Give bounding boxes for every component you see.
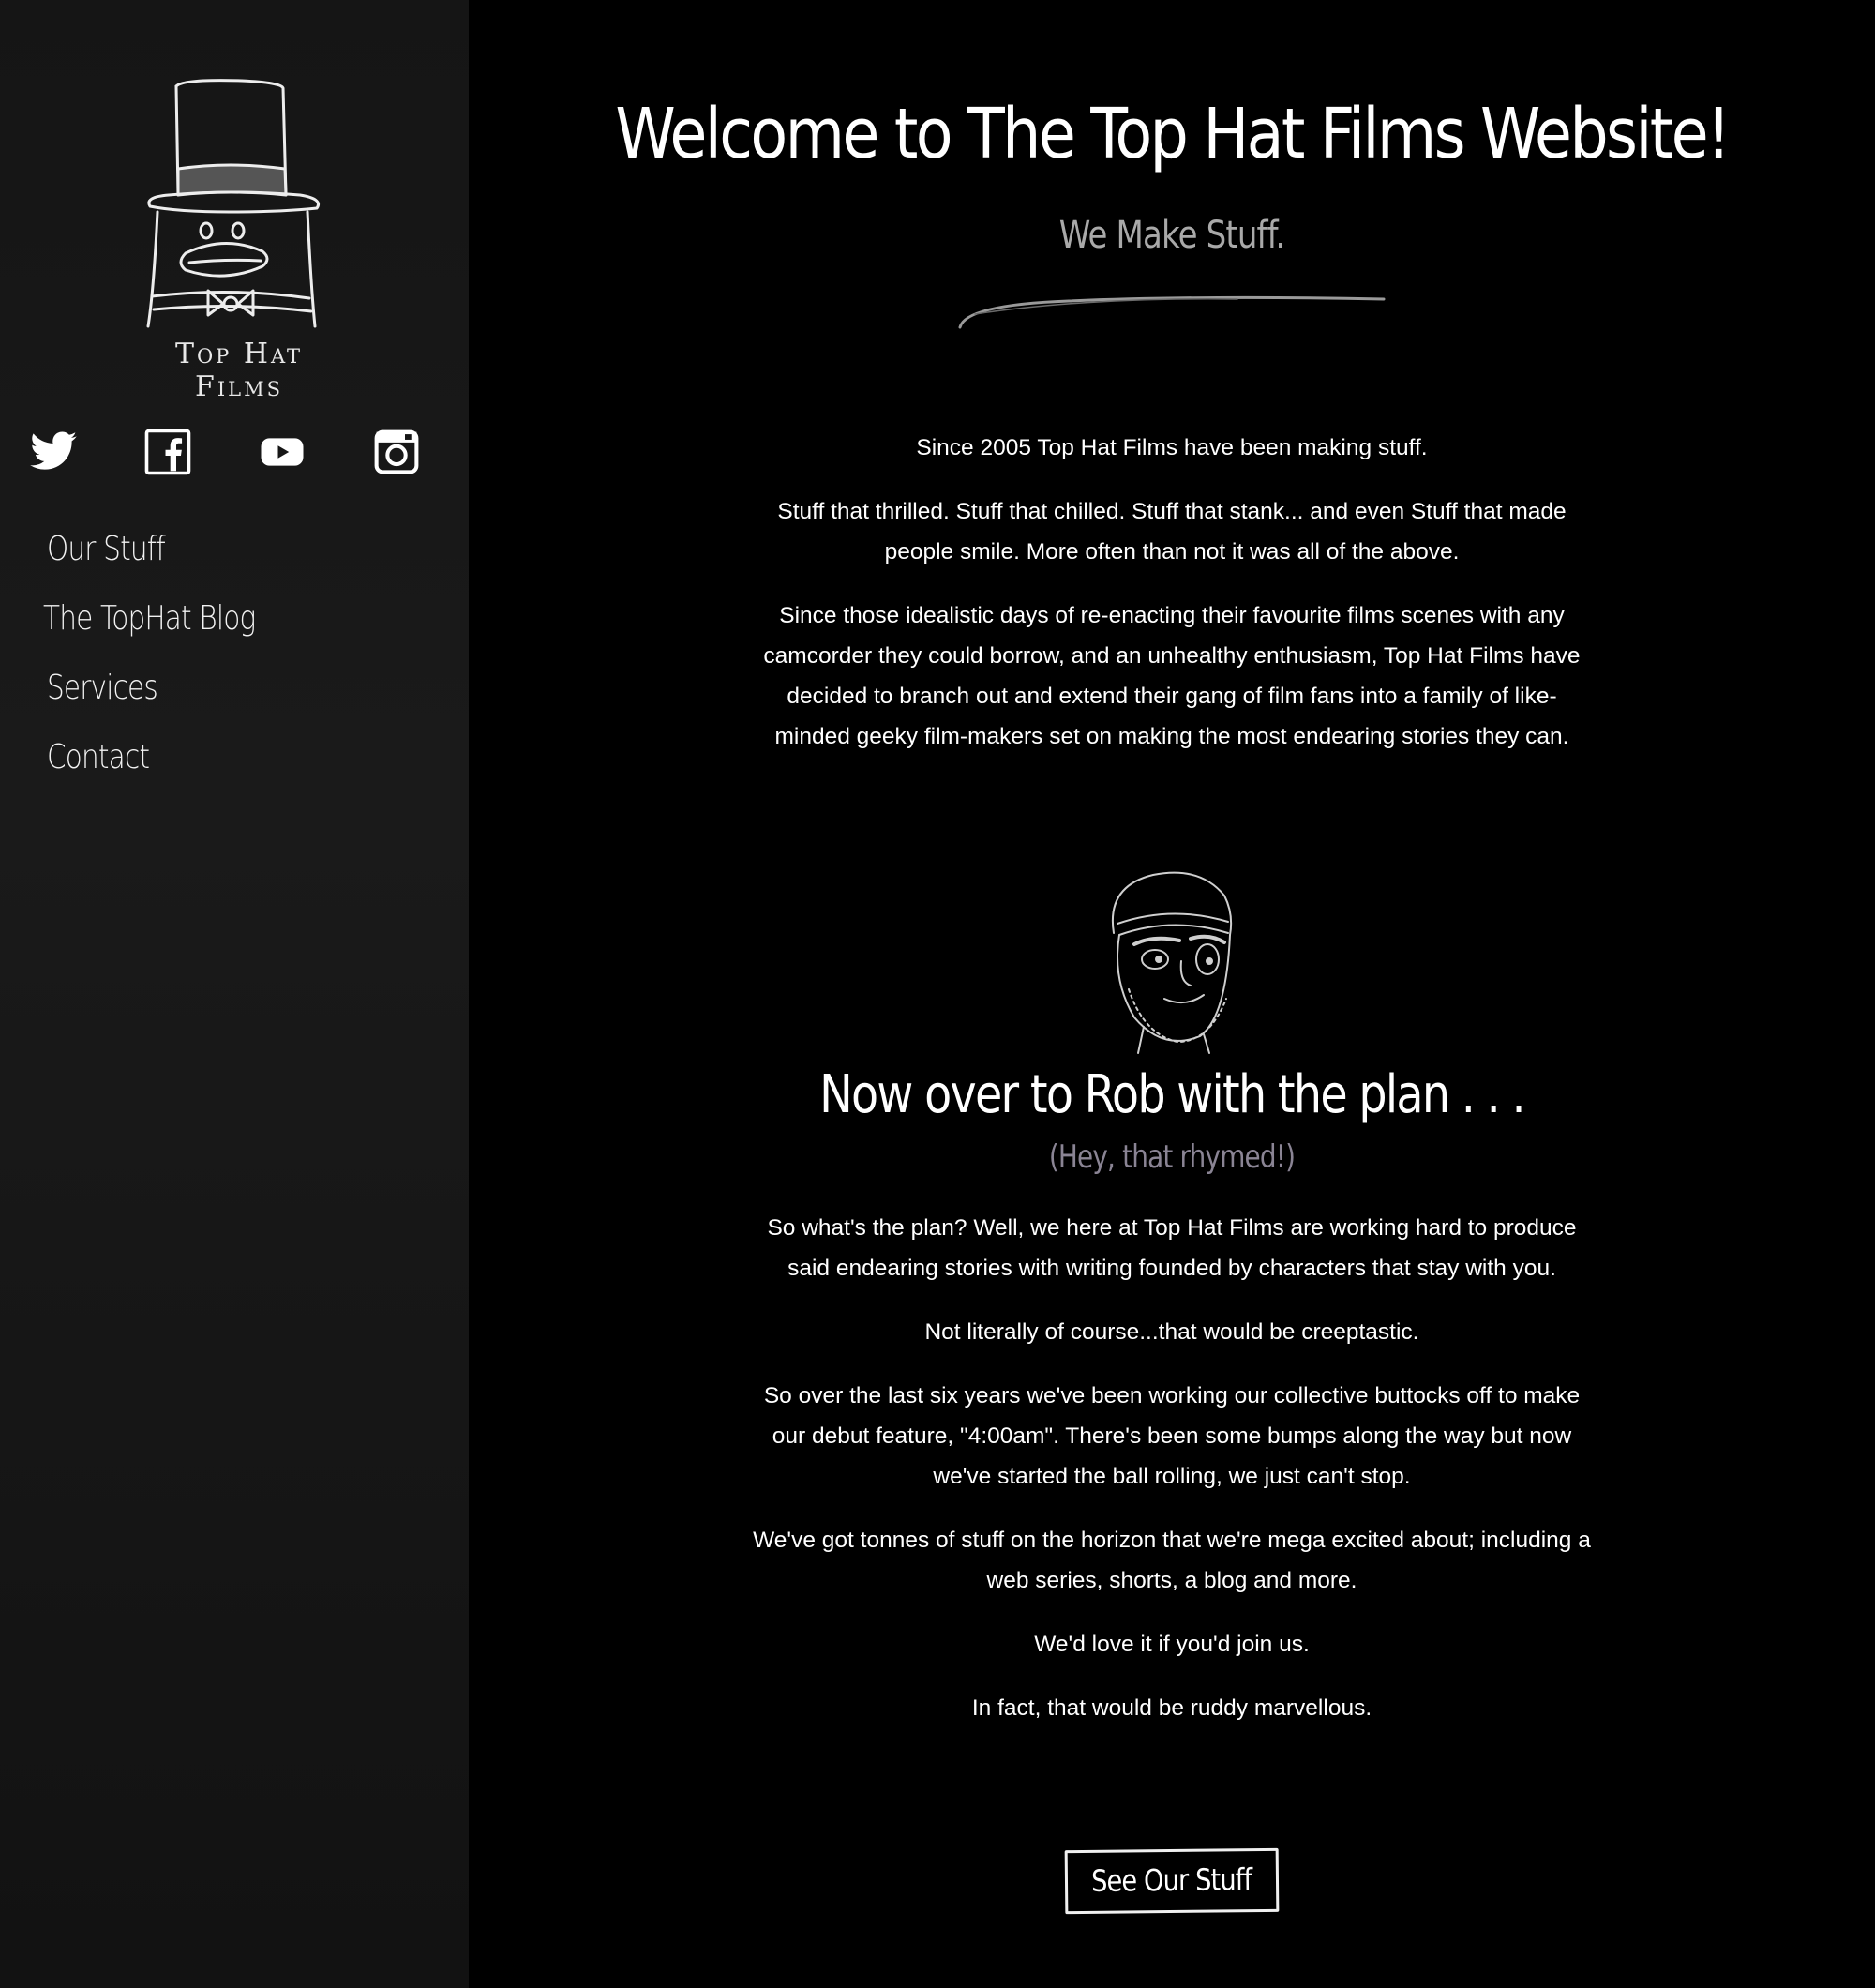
plan-text: So what's the plan? Well, we here at Top… xyxy=(750,1208,1594,1752)
plan-paragraph: We've got tonnes of stuff on the horizon… xyxy=(753,1528,1591,1593)
intro-paragraph: Stuff that thrilled. Stuff that chilled.… xyxy=(777,499,1567,565)
plan-paragraph: Not literally of course...that would be … xyxy=(924,1319,1419,1345)
twitter-icon[interactable] xyxy=(28,427,79,477)
plan-paragraph: So what's the plan? Well, we here at Top… xyxy=(767,1215,1577,1281)
page-title: Welcome to The Top Hat Films Website! xyxy=(615,94,1731,174)
rob-sketch-avatar xyxy=(1111,871,1233,1054)
underline-swash-decoration xyxy=(958,295,1386,329)
nav-item-tophat-blog[interactable]: The TopHat Blog xyxy=(43,591,353,660)
page-subtitle: We Make Stuff. xyxy=(1058,214,1285,257)
facebook-icon[interactable] xyxy=(142,427,193,477)
intro-text: Since 2005 Top Hat Films have been makin… xyxy=(750,428,1594,780)
see-our-stuff-label: See Our Stuff xyxy=(1091,1861,1252,1899)
main-content: Welcome to The Top Hat Films Website! We… xyxy=(469,0,1875,1988)
plan-paragraph: In fact, that would be ruddy marvellous. xyxy=(971,1695,1372,1721)
intro-paragraph: Since 2005 Top Hat Films have been makin… xyxy=(916,435,1428,460)
see-our-stuff-button[interactable]: See Our Stuff xyxy=(1064,1847,1280,1915)
nav-item-our-stuff[interactable]: Our Stuff xyxy=(47,521,354,591)
top-hat-logo-drawing xyxy=(146,79,320,328)
nav-item-contact[interactable]: Contact xyxy=(47,730,354,799)
social-links xyxy=(28,427,431,483)
plan-paragraph: We'd love it if you'd join us. xyxy=(1034,1632,1310,1657)
logo-text: Top Hat Films xyxy=(174,338,304,403)
sidebar: Top Hat Films Our Stuff The TopHat Blog … xyxy=(0,0,469,1988)
intro-paragraph: Since those idealistic days of re-enacti… xyxy=(763,603,1581,749)
plan-paragraph: So over the last six years we've been wo… xyxy=(763,1383,1581,1489)
main-nav: Our Stuff The TopHat Blog Services Conta… xyxy=(43,521,422,799)
plan-subheading: (Hey, that rhymed!) xyxy=(1048,1138,1296,1176)
plan-heading: Now over to Rob with the plan . . . xyxy=(819,1064,1526,1125)
instagram-icon[interactable] xyxy=(371,427,422,477)
youtube-icon[interactable] xyxy=(257,427,308,477)
page: Top Hat Films Our Stuff The TopHat Blog … xyxy=(0,0,1875,1988)
site-logo[interactable]: Top Hat Films xyxy=(131,75,347,403)
nav-item-services[interactable]: Services xyxy=(47,660,354,730)
